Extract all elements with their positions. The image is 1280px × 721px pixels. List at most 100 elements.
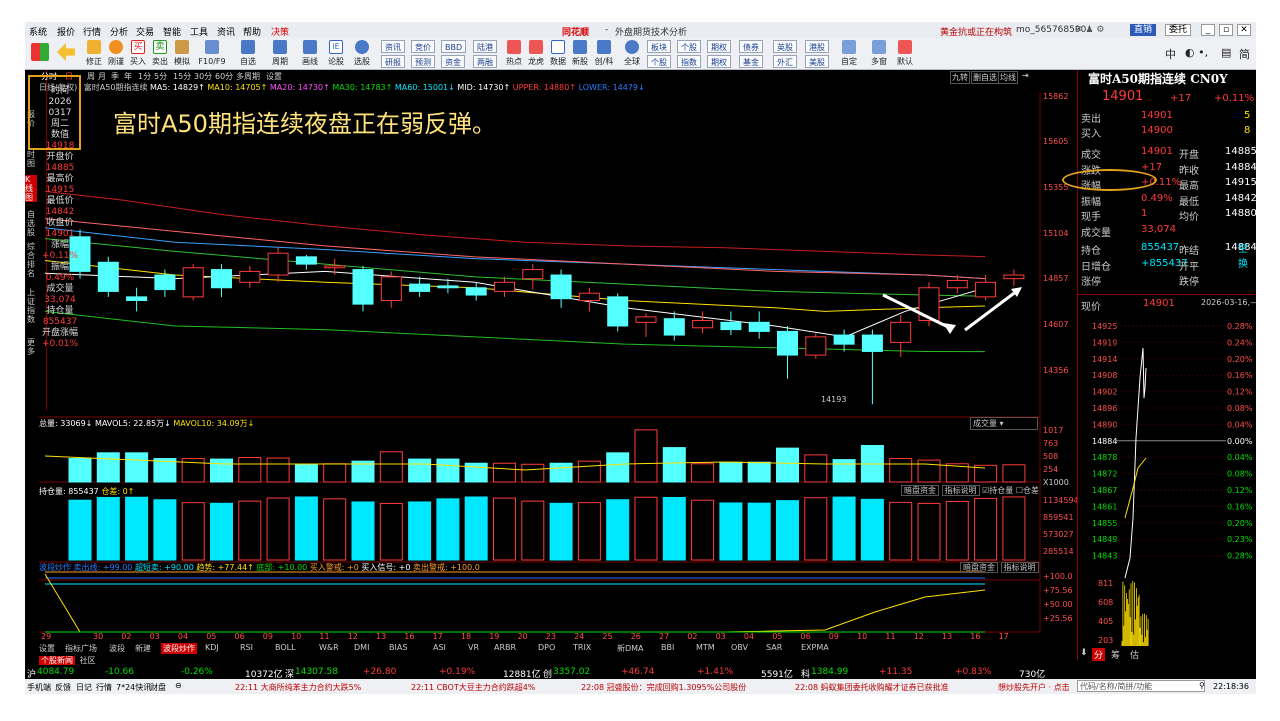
period-30min[interactable]: 30分 bbox=[194, 71, 212, 82]
status-flash[interactable]: 7*24快讯 bbox=[116, 682, 151, 693]
btn-us[interactable]: 美股 bbox=[805, 55, 829, 68]
period-season[interactable]: 季 bbox=[111, 71, 119, 82]
indicator-tab[interactable]: 波段炒作 bbox=[161, 643, 197, 654]
indicator-tab[interactable]: 指标广场 bbox=[65, 643, 97, 654]
menu-tools[interactable]: 工具 bbox=[190, 25, 208, 38]
status-feedback[interactable]: 反馈 bbox=[55, 682, 71, 693]
back-arrow-icon[interactable] bbox=[55, 42, 77, 64]
tool-global[interactable]: 全球 bbox=[619, 39, 645, 67]
indicator-tab[interactable]: 波段 bbox=[109, 643, 125, 654]
tool-simulate[interactable]: 模拟 bbox=[171, 39, 193, 67]
period-week[interactable]: 周 bbox=[87, 71, 95, 82]
menu-trade[interactable]: 交易 bbox=[136, 25, 154, 38]
icon-download[interactable]: ⬇ bbox=[1080, 648, 1088, 658]
btn-remove-watchlist[interactable]: 删自选 bbox=[971, 71, 999, 84]
ime-chinese[interactable]: 中 bbox=[1165, 46, 1176, 62]
moon-icon[interactable]: ◐ •, bbox=[1185, 46, 1208, 59]
indicator-tab[interactable]: BIAS bbox=[389, 643, 407, 652]
tool-default[interactable]: 默认 bbox=[893, 39, 917, 67]
tool-data[interactable]: 数据 bbox=[547, 39, 569, 67]
entrust-button[interactable]: 委托 bbox=[1165, 24, 1192, 36]
indicator-tab[interactable]: DPO bbox=[538, 643, 555, 652]
btn-jiuzhuan[interactable]: 九转 bbox=[950, 71, 970, 84]
indicator-tab[interactable]: BBI bbox=[661, 643, 674, 652]
keyboard-icon-status[interactable]: ⊖ bbox=[175, 681, 182, 690]
indicator-tab[interactable]: RSI bbox=[240, 643, 253, 652]
dark-funds-button[interactable]: 暗盘资金 bbox=[901, 485, 939, 496]
tool-sell[interactable]: 卖卖出 bbox=[149, 39, 171, 67]
indicator-tab[interactable]: KDJ bbox=[205, 643, 219, 652]
indicator-tab[interactable]: MTM bbox=[696, 643, 715, 652]
tool-revise[interactable]: 修正 bbox=[83, 39, 105, 67]
volume-selector[interactable]: 成交量 ▾ bbox=[970, 417, 1038, 430]
status-mobile[interactable]: 手机端 bbox=[27, 682, 51, 693]
indicator-tab[interactable]: ARBR bbox=[494, 643, 516, 652]
menu-system[interactable]: 系统 bbox=[29, 25, 47, 38]
mail-icon[interactable]: ✉ ♟ ⚙ bbox=[1075, 25, 1104, 35]
btn-fund[interactable]: 基金 bbox=[739, 55, 763, 68]
menu-help[interactable]: 帮助 bbox=[243, 25, 261, 38]
tool-discuss[interactable]: iE 论股 bbox=[325, 39, 347, 67]
open-account-link[interactable]: 想炒股先开户 · 点击 bbox=[998, 682, 1070, 693]
tool-ipo[interactable]: 新股 bbox=[569, 39, 591, 67]
indicator-tab[interactable]: W&R bbox=[319, 643, 339, 652]
period-5min[interactable]: 5分 bbox=[154, 71, 167, 82]
status-finance[interactable]: 财盘 bbox=[150, 682, 166, 693]
menu-smart[interactable]: 智能 bbox=[163, 25, 181, 38]
tool-hot[interactable]: 热点 bbox=[503, 39, 525, 67]
collapse-icon[interactable]: ⇥ bbox=[1022, 71, 1029, 80]
rp-tab-chips[interactable]: 筹 bbox=[1111, 648, 1120, 661]
menu-decision[interactable]: 决策 bbox=[271, 25, 289, 38]
keyboard-icon[interactable]: ▤ bbox=[1221, 46, 1231, 59]
rp-tab-valuation[interactable]: 估 bbox=[1130, 648, 1139, 661]
period-15min[interactable]: 15分 bbox=[173, 71, 191, 82]
intraday-chart[interactable]: 14925 0.28% 14919 0.24% 14914 0.20% 14908 0.16%… bbox=[1078, 318, 1256, 660]
news-ticker-4[interactable]: 22:08 蚂蚁集团委托收购耀才证券已获批准 bbox=[795, 682, 949, 693]
btn-stock[interactable]: 个股 bbox=[677, 40, 701, 53]
indicator-tab[interactable]: BOLL bbox=[275, 643, 296, 652]
period-month[interactable]: 月 bbox=[98, 71, 106, 82]
indicator-tab[interactable]: VR bbox=[468, 643, 479, 652]
btn-options[interactable]: 期权 bbox=[707, 40, 731, 53]
btn-funds[interactable]: 资金 bbox=[441, 55, 465, 68]
indicator-tab[interactable]: 新DMA bbox=[617, 643, 644, 654]
btn-uk[interactable]: 英股 bbox=[773, 40, 797, 53]
search-input[interactable]: 代码/名称/简拼/功能 bbox=[1077, 680, 1205, 692]
menu-info[interactable]: 资讯 bbox=[217, 25, 235, 38]
status-diary[interactable]: 日记 bbox=[76, 682, 92, 693]
restore-icon[interactable]: ▫ bbox=[1219, 24, 1233, 36]
indicator-tab[interactable]: OBV bbox=[731, 643, 748, 652]
btn-forecast[interactable]: 预测 bbox=[411, 55, 435, 68]
period-60min[interactable]: 60分 bbox=[215, 71, 233, 82]
menu-analysis[interactable]: 分析 bbox=[110, 25, 128, 38]
tab-stock-news[interactable]: 个股新闻 bbox=[39, 656, 75, 665]
oi-checkbox[interactable]: ☑持仓量 bbox=[982, 486, 1013, 495]
tool-chinext[interactable]: 创/科 bbox=[591, 39, 617, 67]
btn-margin[interactable]: 两融 bbox=[473, 55, 497, 68]
indicator-tab[interactable]: ASI bbox=[433, 643, 446, 652]
period-settings[interactable]: 设置 bbox=[266, 71, 282, 82]
period-1min[interactable]: 1分 bbox=[138, 71, 151, 82]
btn-ma[interactable]: 均线 bbox=[998, 71, 1018, 84]
indicator-tab[interactable]: TRIX bbox=[573, 643, 591, 652]
tool-multiwindow[interactable]: 多窗 bbox=[867, 39, 891, 67]
direct-sale-button[interactable]: 直销 bbox=[1130, 24, 1157, 36]
tool-f10[interactable]: F10/F9 bbox=[197, 39, 227, 67]
tool-period[interactable]: 周期 bbox=[269, 39, 291, 67]
btn-auction[interactable]: 竞价 bbox=[411, 40, 435, 53]
btn-bond[interactable]: 债券 bbox=[739, 40, 763, 53]
indicator-help-button[interactable]: 指标说明 bbox=[941, 485, 980, 496]
indicator-tab[interactable]: 设置 bbox=[39, 643, 55, 654]
notice-text[interactable]: 黄金抗或正在构筑 bbox=[940, 25, 1012, 38]
tool-test[interactable]: 刚谨 bbox=[105, 39, 127, 67]
tool-buy[interactable]: 买买入 bbox=[127, 39, 149, 67]
indicator-tab[interactable]: EXPMA bbox=[801, 643, 829, 652]
period-year[interactable]: 年 bbox=[124, 71, 132, 82]
btn-research[interactable]: 研报 bbox=[381, 55, 405, 68]
btn-bbd[interactable]: BBD bbox=[441, 40, 467, 53]
menu-quotes[interactable]: 报价 bbox=[57, 25, 75, 38]
search-icon[interactable]: ⚲ bbox=[1199, 681, 1205, 690]
rp-tab-minute[interactable]: 分 bbox=[1092, 648, 1106, 661]
btn-hk-connect[interactable]: 陆港 bbox=[473, 40, 497, 53]
diff-checkbox[interactable]: ☐仓差 bbox=[1016, 486, 1039, 495]
